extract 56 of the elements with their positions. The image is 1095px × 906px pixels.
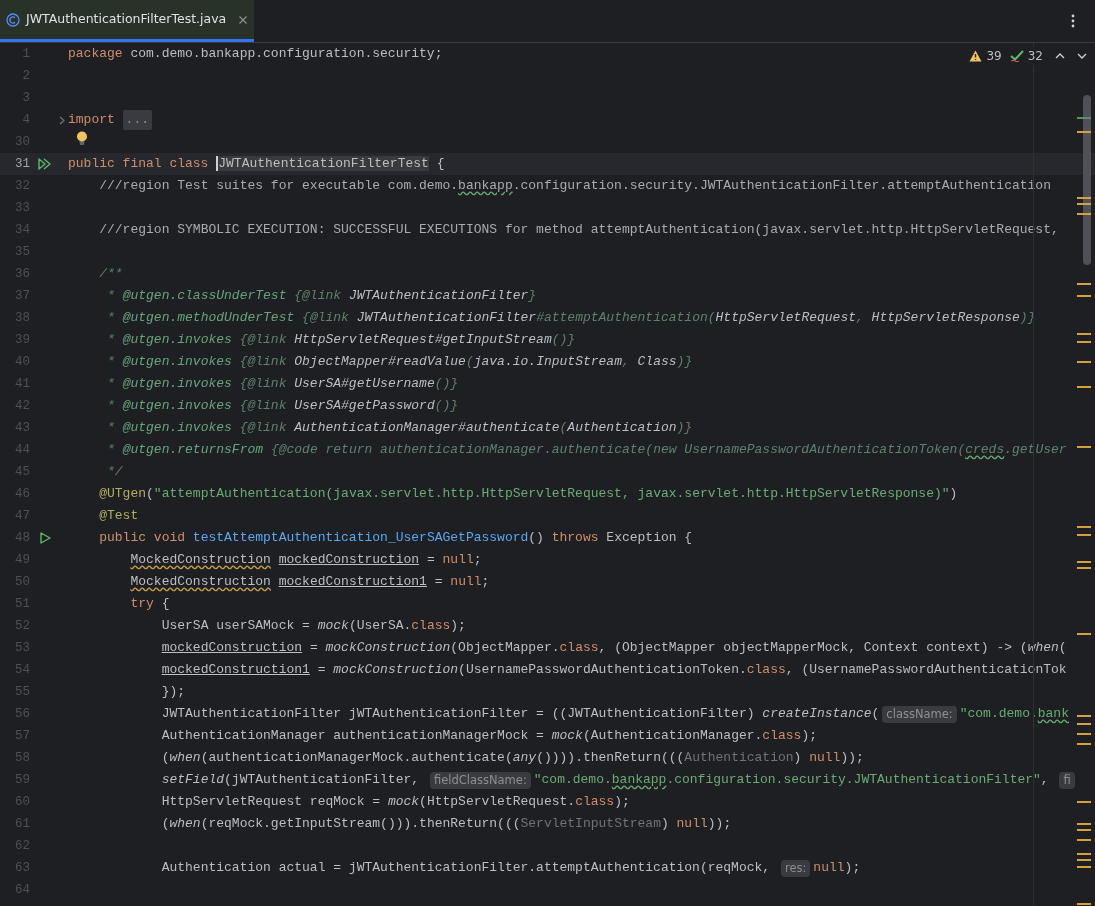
code-text: * @utgen.invokes {@link HttpServletRequest#getInputStream()} bbox=[106, 331, 576, 350]
parameter-hint: fi bbox=[1059, 771, 1075, 789]
code-text: "com.demo.bankapp.configuration.security.JWTAuthenticationFilter", bbox=[533, 771, 1050, 790]
code-text: ///region Test suites for executable com.demo.bankapp.configuration.security.JWTAuthenticationFilter.attemptAuthentication bbox=[98, 177, 1051, 196]
code-text: * @utgen.invokes {@link UserSA#getPassword()} bbox=[106, 397, 459, 416]
code-text: ///region SYMBOLIC EXECUTION: SUCCESSFUL EXECUTIONS for method attemptAuthentication(javax.servlet.http.HttpServletRequest, bbox=[98, 221, 1059, 240]
warning-count: 39 bbox=[986, 48, 1002, 65]
code-text: MockedConstruction mockedConstruction1 = null; bbox=[129, 573, 490, 592]
code-text: public final class JWTAuthenticationFilterTest { bbox=[68, 155, 445, 174]
code-text: @Test bbox=[98, 507, 139, 526]
code-text: package com.demo.bankapp.configuration.security; bbox=[68, 45, 443, 64]
check-count: 32 bbox=[1027, 48, 1043, 65]
code-text: import bbox=[68, 111, 116, 130]
chevron-up-icon[interactable] bbox=[1055, 52, 1065, 60]
code-text: mockedConstruction = mockConstruction(ObjectMapper.class, (ObjectMapper objectMapperMock, Context context) -> (when( bbox=[160, 639, 1067, 658]
code-text: @UTgen("attemptAuthentication(javax.servlet.http.HttpServletRequest, javax.servlet.http.HttpServletResponse)") bbox=[98, 485, 958, 504]
code-text: HttpServletRequest reqMock = mock(HttpServletRequest.class); bbox=[160, 793, 630, 812]
warning-icon[interactable] bbox=[969, 50, 983, 62]
parameter-hint: res: bbox=[780, 859, 811, 877]
code-text: * @utgen.invokes {@link UserSA#getUsername()} bbox=[106, 375, 459, 394]
editor-tab[interactable]: JWTAuthenticationFilterTest.java bbox=[0, 0, 255, 42]
code-text: * @utgen.returnsFrom {@code return authenticationManager.authenticate(new UsernamePasswordAuthenticationToken(creds.getUser bbox=[106, 441, 1067, 460]
tab-label: JWTAuthenticationFilterTest.java bbox=[26, 10, 227, 29]
code-text: * @utgen.invokes {@link AuthenticationManager#authenticate(Authentication)} bbox=[106, 419, 693, 438]
code-text: UserSA userSAMock = mock(UserSA.class); bbox=[160, 617, 466, 636]
chevron-down-icon[interactable] bbox=[1077, 52, 1087, 60]
run-icon[interactable] bbox=[38, 531, 52, 545]
code-text: * @utgen.invokes {@link ObjectMapper#readValue(java.io.InputStream, Class)} bbox=[106, 353, 693, 372]
code-text: (when(reqMock.getInputStream())).thenReturn(((ServletInputStream) null)); bbox=[160, 815, 732, 834]
check-icon[interactable] bbox=[1009, 50, 1024, 62]
close-icon[interactable] bbox=[238, 14, 249, 25]
scrollbar-thumb[interactable] bbox=[1083, 95, 1091, 265]
code-text: "com.demo.bank bbox=[959, 705, 1069, 724]
more-options-icon[interactable] bbox=[1071, 14, 1075, 28]
folded-code[interactable]: ... bbox=[122, 110, 152, 130]
parameter-hint: fieldClassName: bbox=[429, 771, 531, 789]
code-text: mockedConstruction1 = mockConstruction(UsernamePasswordAuthenticationToken.class, (UsernamePasswordAuthenticationTok bbox=[160, 661, 1067, 680]
code-text: * @utgen.methodUnderTest {@link JWTAuthenticationFilter#attemptAuthentication(HttpServletRequest, HttpServletResponse)} bbox=[106, 309, 1036, 328]
code-text: setField(jWTAuthenticationFilter, bbox=[160, 771, 421, 790]
code-text: */ bbox=[106, 463, 123, 482]
line-number: 31 bbox=[14, 155, 30, 173]
code-text: AuthenticationManager authenticationManagerMock = mock(AuthenticationManager.class); bbox=[160, 727, 817, 746]
run-all-icon[interactable] bbox=[37, 157, 53, 171]
code-text: MockedConstruction mockedConstruction = null; bbox=[129, 551, 482, 570]
code-text: /** bbox=[98, 265, 123, 284]
code-text: null); bbox=[813, 859, 861, 878]
code-text: Authentication actual = jWTAuthenticationFilter.attemptAuthentication(reqMock, bbox=[160, 859, 772, 878]
code-text: JWTAuthenticationFilter jWTAuthenticationFilter = ((JWTAuthenticationFilter) createInstance( bbox=[160, 705, 880, 724]
code-text: (when(authenticationManagerMock.authenticate(any()))).thenReturn(((Authentication) null)); bbox=[160, 749, 864, 768]
class-file-icon bbox=[6, 12, 20, 27]
code-text: public void testAttemptAuthentication_UserSAGetPassword() throws Exception { bbox=[98, 529, 693, 548]
code-text: try { bbox=[129, 595, 170, 614]
lightbulb-icon[interactable] bbox=[76, 131, 88, 145]
code-text: }); bbox=[160, 683, 186, 702]
code-text: * @utgen.classUnderTest {@link JWTAuthenticationFilter} bbox=[106, 287, 537, 306]
parameter-hint: className: bbox=[882, 705, 957, 723]
